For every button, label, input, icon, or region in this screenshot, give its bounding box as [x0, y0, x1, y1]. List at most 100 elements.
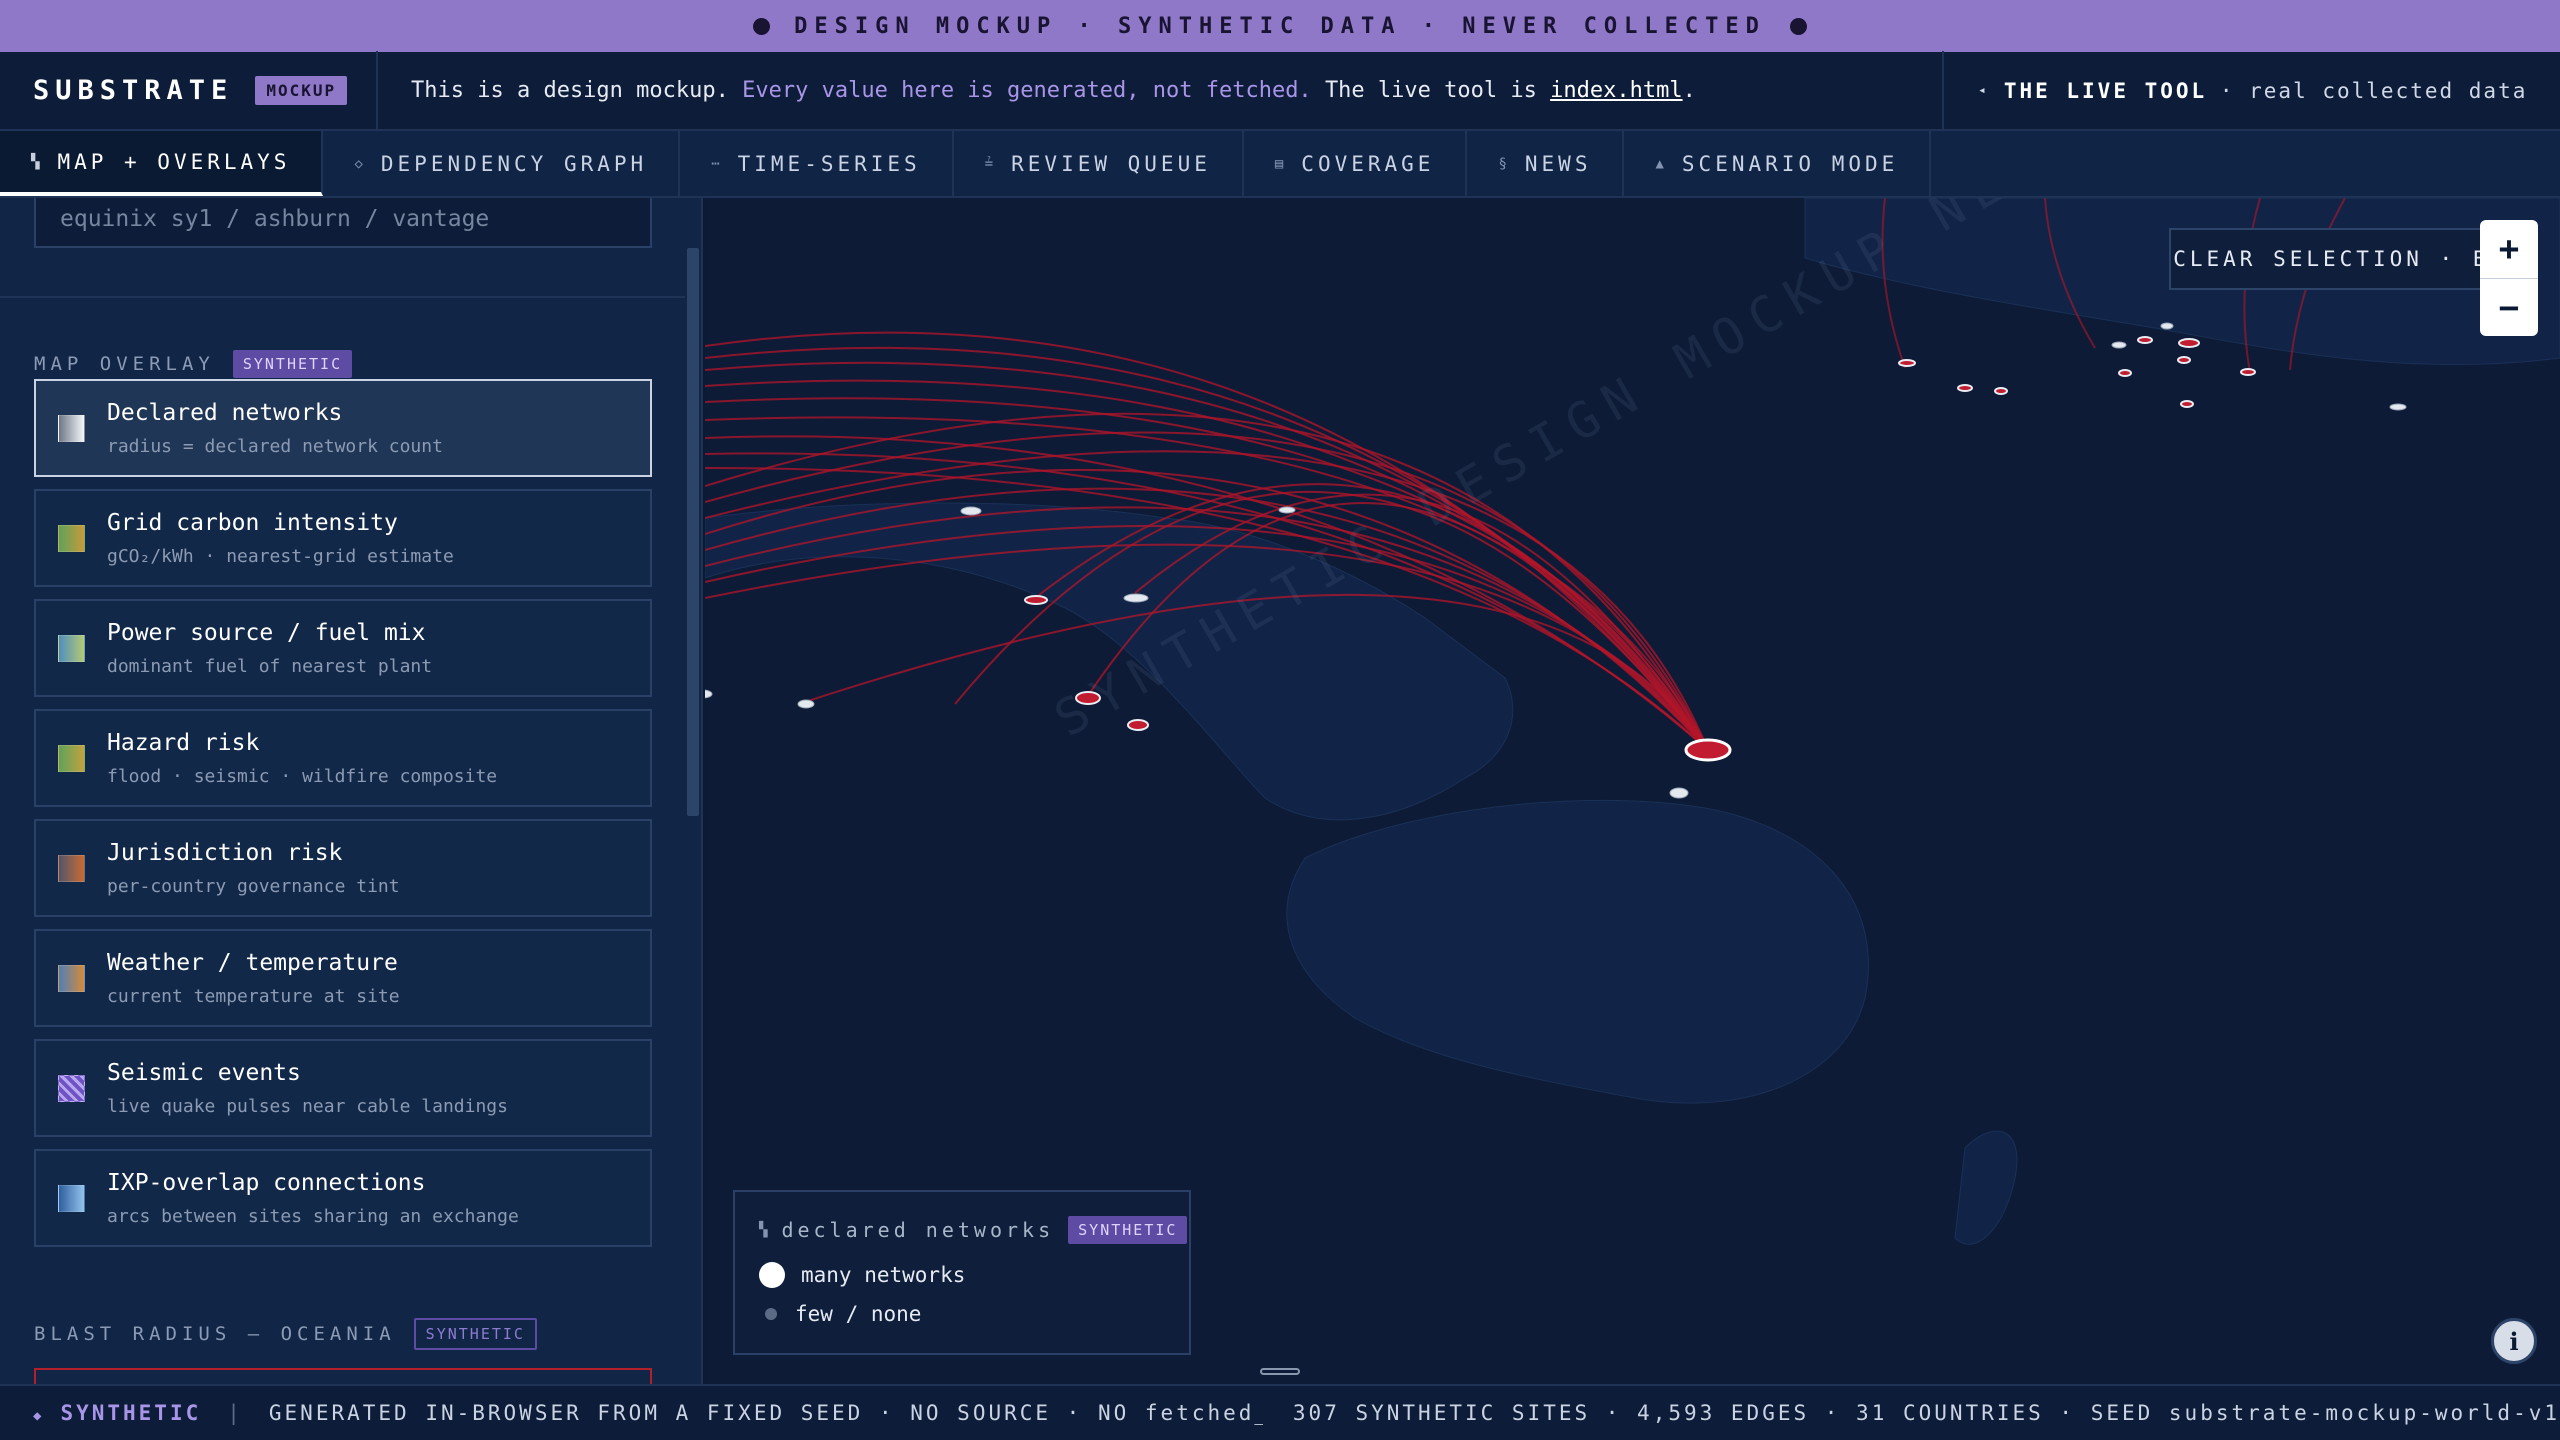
mockup-badge: MOCKUP — [255, 76, 348, 105]
site-marker[interactable] — [1127, 719, 1149, 731]
overlay-swatch-icon — [58, 524, 85, 552]
tab-scenario-mode[interactable]: ▲ SCENARIO MODE — [1624, 131, 1932, 196]
site-marker[interactable] — [2118, 369, 2132, 377]
clear-selection-button[interactable]: CLEAR SELECTION · ESC — [2169, 228, 2527, 290]
tab-label: DEPENDENCY GRAPH — [380, 151, 648, 176]
site-marker[interactable] — [2389, 403, 2407, 411]
blast-radius-card[interactable] — [34, 1368, 652, 1384]
overlay-item[interactable]: Grid carbon intensity gCO₂/kWh · nearest-… — [34, 489, 652, 587]
synthetic-badge: SYNTHETIC — [1068, 1216, 1188, 1244]
mockup-banner: DESIGN MOCKUP · SYNTHETIC DATA · NEVER C… — [0, 0, 2560, 52]
legend-row-few: few / none — [759, 1302, 921, 1326]
site-marker[interactable] — [2160, 322, 2174, 330]
overlay-item[interactable]: Weather / temperature current temperature… — [34, 929, 652, 1027]
site-marker[interactable] — [2240, 368, 2256, 376]
section-icon: § — [1498, 155, 1511, 172]
diamond-icon: ◇ — [354, 155, 367, 172]
tab-label: REVIEW QUEUE — [1011, 151, 1211, 176]
site-marker[interactable] — [1123, 593, 1149, 603]
sidebar: equinix sy1 / ashburn / vantage MAP OVER… — [0, 198, 703, 1384]
tab-time-series[interactable]: ⋯ TIME-SERIES — [680, 131, 954, 196]
status-summary: 307 SYNTHETIC SITES · 4,593 EDGES · 31 C… — [1292, 1401, 2560, 1425]
info-button[interactable]: i — [2491, 1318, 2537, 1364]
site-marker[interactable] — [705, 689, 713, 699]
banner-text: DESIGN MOCKUP · SYNTHETIC DATA · NEVER C… — [794, 13, 1766, 39]
view-tabs: ▚ MAP + OVERLAYS ◇ DEPENDENCY GRAPH ⋯ TIME-SE… — [0, 131, 2560, 198]
selected-site-marker[interactable] — [1684, 738, 1732, 762]
site-marker[interactable] — [2180, 400, 2194, 408]
overlay-swatch-icon — [58, 414, 85, 442]
tab-dependency-graph[interactable]: ◇ DEPENDENCY GRAPH — [323, 131, 681, 196]
status-tag-label: SYNTHETIC — [60, 1401, 202, 1425]
live-tool-link[interactable]: index.html — [1550, 78, 1682, 103]
overlay-item[interactable]: Power source / fuel mix dominant fuel of … — [34, 599, 652, 697]
tab-label: COVERAGE — [1301, 151, 1435, 176]
overlay-swatch-icon — [58, 1184, 85, 1212]
overlay-title: Jurisdiction risk — [107, 839, 343, 866]
tab-label: SCENARIO MODE — [1681, 151, 1899, 176]
overlay-title: Hazard risk — [107, 729, 260, 756]
overlay-swatch-icon — [58, 1074, 85, 1102]
overlay-item[interactable]: Hazard risk flood · seismic · wildfire co… — [34, 709, 652, 807]
site-marker[interactable] — [2137, 336, 2153, 344]
tab-map-overlays[interactable]: ▚ MAP + OVERLAYS — [0, 131, 324, 196]
tab-review-queue[interactable]: ≟ REVIEW QUEUE — [954, 131, 1244, 196]
list-icon: ≟ — [984, 155, 998, 172]
live-tool-button[interactable]: ◂ THE LIVE TOOL · real collected data — [1942, 51, 2560, 130]
map-canvas[interactable]: SYNTHETIC DESIGN MOCKUP NEVER COLLECTED … — [705, 198, 2560, 1384]
site-marker[interactable] — [1898, 359, 1916, 367]
overlay-title: Power source / fuel mix — [107, 619, 426, 646]
site-marker[interactable] — [2111, 341, 2127, 349]
blast-radius-heading: BLAST RADIUS — OCEANIA SYNTHETIC — [34, 1318, 537, 1350]
site-marker[interactable] — [1669, 787, 1689, 799]
overlay-item[interactable]: Declared networks radius = declared netwo… — [34, 379, 652, 477]
overlay-swatch-icon — [58, 964, 85, 992]
live-tool-label: THE LIVE TOOL — [2003, 78, 2208, 103]
notice-highlight: Every value here is generated, not fetch… — [742, 78, 1312, 103]
legend-row-many: many networks — [759, 1262, 965, 1288]
overlay-subtitle: gCO₂/kWh · nearest-grid estimate — [107, 545, 454, 567]
overlay-text: Power source / fuel mix dominant fuel of … — [107, 620, 432, 677]
overlay-swatch-icon — [58, 744, 85, 772]
status-tag: ◆ SYNTHETIC — [33, 1401, 201, 1425]
overlay-item[interactable]: Seismic events live quake pulses near cab… — [34, 1039, 652, 1137]
app-title: SUBSTRATE — [33, 75, 234, 106]
separator: | — [227, 1401, 243, 1425]
site-marker[interactable] — [797, 699, 815, 709]
site-marker[interactable] — [1024, 595, 1048, 605]
search-input[interactable]: equinix sy1 / ashburn / vantage — [34, 198, 652, 248]
overlay-item[interactable]: IXP-overlap connections arcs between site… — [34, 1149, 652, 1247]
site-marker[interactable] — [2177, 356, 2191, 364]
overlay-subtitle: current temperature at site — [107, 985, 400, 1007]
tab-label: MAP + OVERLAYS — [57, 149, 291, 174]
overlay-text: IXP-overlap connections arcs between site… — [107, 1170, 519, 1227]
overlay-text: Hazard risk flood · seismic · wildfire co… — [107, 730, 497, 787]
notice-middle: The live tool is — [1324, 78, 1537, 103]
overlay-title: IXP-overlap connections — [107, 1169, 426, 1196]
sidebar-scrollbar[interactable] — [687, 248, 699, 816]
zoom-out-button[interactable]: − — [2480, 278, 2538, 336]
landmasses — [705, 198, 2560, 1245]
site-marker[interactable] — [2178, 338, 2200, 348]
section-title: MAP OVERLAY — [34, 353, 215, 375]
tab-label: TIME-SERIES — [737, 151, 921, 176]
site-marker[interactable] — [1957, 384, 1973, 392]
legend-label: few / none — [795, 1302, 922, 1326]
tab-news[interactable]: § NEWS — [1467, 131, 1625, 196]
status-left: ◆ SYNTHETIC | GENERATED IN-BROWSER FROM A… — [0, 1401, 1263, 1425]
divider — [0, 296, 685, 298]
drawer-handle[interactable] — [1260, 1368, 1300, 1375]
site-marker[interactable] — [1278, 506, 1296, 514]
overlay-title: Weather / temperature — [107, 949, 398, 976]
site-marker[interactable] — [960, 506, 982, 516]
small-circle-icon — [765, 1308, 777, 1320]
overlay-text: Declared networks radius = declared netwo… — [107, 400, 443, 457]
zoom-in-button[interactable]: + — [2480, 220, 2538, 278]
site-marker[interactable] — [1994, 387, 2008, 395]
overlay-item[interactable]: Jurisdiction risk per-country governance … — [34, 819, 652, 917]
legend-header: ▚ declared networks SYNTHETIC — [759, 1216, 1188, 1244]
tab-coverage[interactable]: ▤ COVERAGE — [1244, 131, 1468, 196]
overlay-subtitle: live quake pulses near cable landings — [107, 1095, 508, 1117]
mockup-notice: This is a design mockup. Every value her… — [378, 78, 1942, 103]
dots-icon: ⋯ — [711, 155, 724, 172]
